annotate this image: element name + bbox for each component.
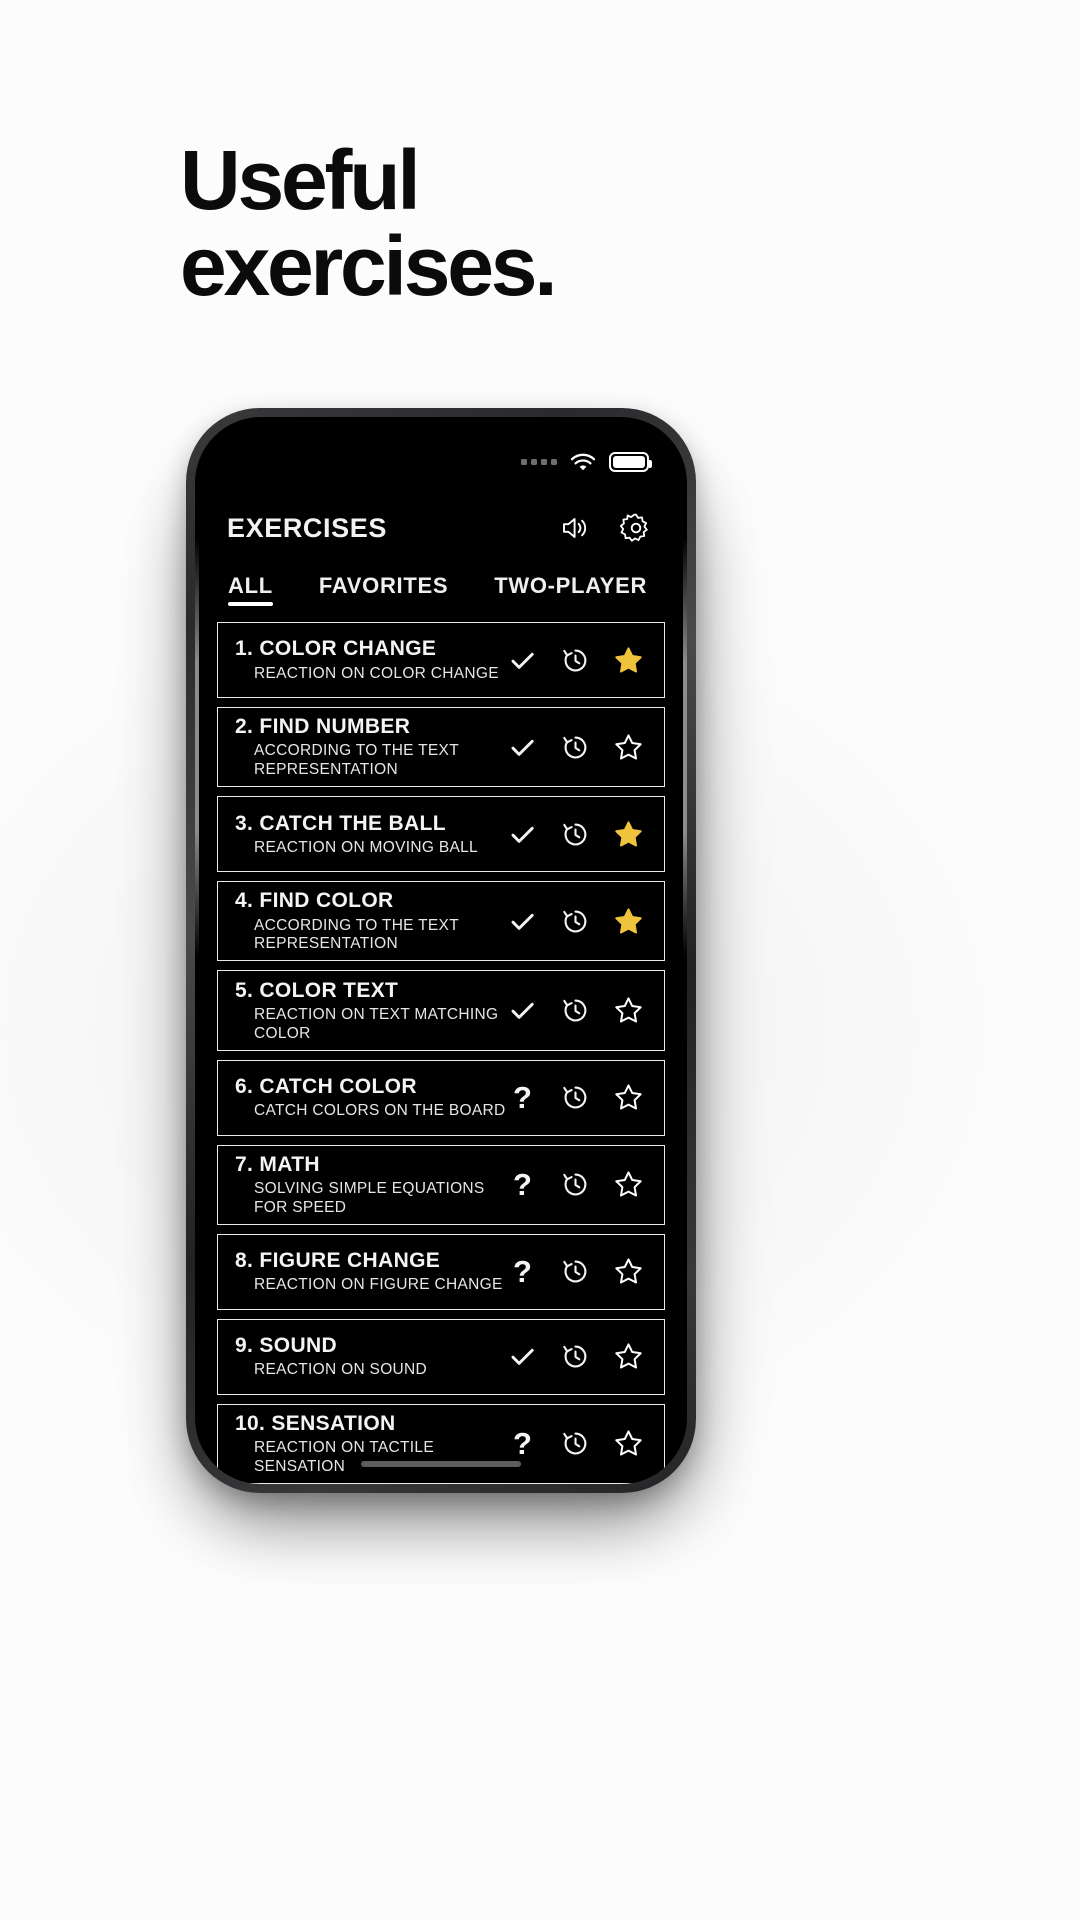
header-actions: [557, 511, 653, 545]
check-icon[interactable]: [507, 906, 538, 937]
question-mark-icon[interactable]: ?: [507, 1169, 538, 1200]
history-icon[interactable]: [560, 1341, 591, 1372]
phone-screen: EXERCISES ALL FAVORITES TWO-PLAYER 1. CO…: [195, 417, 687, 1484]
check-icon[interactable]: [507, 819, 538, 850]
exercise-row-text: 6. CATCH COLOR CATCH COLORS ON THE BOARD: [235, 1074, 507, 1121]
exercise-subtitle: REACTION ON FIGURE CHANGE: [254, 1276, 503, 1294]
sound-icon[interactable]: [557, 511, 591, 545]
star-outline-icon[interactable]: [613, 1428, 644, 1459]
exercise-row-text: 8. FIGURE CHANGE REACTION ON FIGURE CHANG…: [235, 1248, 507, 1295]
wifi-icon: [570, 453, 596, 472]
star-outline-icon[interactable]: [613, 1082, 644, 1113]
star-outline-icon[interactable]: [613, 1256, 644, 1287]
tab-favorites[interactable]: FAVORITES: [319, 573, 448, 606]
status-bar: [195, 441, 687, 483]
star-outline-icon[interactable]: [613, 732, 644, 763]
exercise-row-text: 5. COLOR TEXT REACTION ON TEXT MATCHING C…: [235, 978, 507, 1044]
exercise-row[interactable]: 10. SENSATION REACTION ON TACTILE SENSATI…: [217, 1403, 665, 1484]
exercise-row[interactable]: 4. FIND COLOR ACCORDING TO THE TEXT REPRE…: [217, 881, 665, 962]
star-filled-icon[interactable]: [613, 819, 644, 850]
exercise-row-actions: ?: [507, 1169, 652, 1200]
home-indicator-bar: [361, 1461, 521, 1467]
page-headline: Useful exercises.: [180, 133, 558, 313]
exercise-subtitle: ACCORDING TO THE TEXT REPRESENTATION: [254, 916, 459, 953]
app-header: EXERCISES: [195, 499, 687, 557]
exercise-title: 6. CATCH COLOR: [235, 1075, 417, 1099]
exercise-subtitle: REACTION ON SOUND: [254, 1361, 428, 1379]
exercise-row[interactable]: 7. MATH SOLVING SIMPLE EQUATIONS FOR SPEE…: [217, 1144, 665, 1225]
exercise-subtitle: REACTION ON TEXT MATCHING COLOR: [254, 1005, 499, 1042]
star-outline-icon[interactable]: [613, 995, 644, 1026]
exercise-row-actions: [507, 732, 652, 763]
exercise-title: 5. COLOR TEXT: [235, 978, 399, 1002]
history-icon[interactable]: [560, 819, 591, 850]
tab-all[interactable]: ALL: [228, 573, 273, 606]
history-icon[interactable]: [560, 732, 591, 763]
exercise-row-text: 3. CATCH THE BALL REACTION ON MOVING BALL: [235, 811, 507, 858]
exercise-subtitle: REACTION ON COLOR CHANGE: [254, 664, 499, 682]
question-mark-icon[interactable]: ?: [507, 1256, 538, 1287]
exercise-row-text: 10. SENSATION REACTION ON TACTILE SENSATI…: [235, 1411, 507, 1477]
history-icon[interactable]: [560, 906, 591, 937]
exercise-row-actions: [507, 1341, 652, 1372]
question-mark-icon[interactable]: ?: [507, 1428, 538, 1459]
tab-two-player[interactable]: TWO-PLAYER: [494, 573, 647, 606]
page-root: Useful exercises. EXERCISES ALL FAVORITE…: [0, 0, 1080, 1920]
exercise-title: 9. SOUND: [235, 1334, 337, 1358]
exercise-row[interactable]: 6. CATCH COLOR CATCH COLORS ON THE BOARD?: [217, 1059, 665, 1136]
history-icon[interactable]: [560, 645, 591, 676]
exercise-row[interactable]: 8. FIGURE CHANGE REACTION ON FIGURE CHANG…: [217, 1233, 665, 1310]
exercise-subtitle: REACTION ON MOVING BALL: [254, 838, 478, 856]
exercise-subtitle: ACCORDING TO THE TEXT REPRESENTATION: [254, 742, 459, 779]
history-icon[interactable]: [560, 1428, 591, 1459]
tab-bar: ALL FAVORITES TWO-PLAYER: [195, 565, 687, 613]
exercise-row-actions: [507, 645, 652, 676]
exercise-subtitle: REACTION ON TACTILE SENSATION: [254, 1439, 434, 1476]
history-icon[interactable]: [560, 1082, 591, 1113]
phone-device-frame: EXERCISES ALL FAVORITES TWO-PLAYER 1. CO…: [186, 408, 696, 1493]
exercise-row-actions: ?: [507, 1082, 652, 1113]
check-icon[interactable]: [507, 645, 538, 676]
history-icon[interactable]: [560, 1256, 591, 1287]
exercise-row-actions: [507, 906, 652, 937]
exercise-subtitle: CATCH COLORS ON THE BOARD: [254, 1102, 506, 1120]
exercise-row-text: 4. FIND COLOR ACCORDING TO THE TEXT REPRE…: [235, 888, 507, 954]
gear-icon[interactable]: [619, 511, 653, 545]
exercise-row[interactable]: 1. COLOR CHANGE REACTION ON COLOR CHANGE: [217, 622, 665, 698]
exercise-row[interactable]: 2. FIND NUMBER ACCORDING TO THE TEXT REPR…: [217, 707, 665, 788]
exercise-title: 10. SENSATION: [235, 1411, 396, 1435]
exercise-row-actions: ?: [507, 1256, 652, 1287]
exercise-row-actions: [507, 995, 652, 1026]
exercise-row-text: 1. COLOR CHANGE REACTION ON COLOR CHANGE: [235, 636, 507, 683]
battery-full-icon: [609, 452, 652, 472]
check-icon[interactable]: [507, 732, 538, 763]
exercise-title: 4. FIND COLOR: [235, 889, 394, 913]
star-filled-icon[interactable]: [613, 906, 644, 937]
exercise-row-actions: [507, 819, 652, 850]
exercise-title: 1. COLOR CHANGE: [235, 637, 437, 661]
history-icon[interactable]: [560, 995, 591, 1026]
exercise-row[interactable]: 9. SOUND REACTION ON SOUND: [217, 1318, 665, 1395]
exercise-row-text: 2. FIND NUMBER ACCORDING TO THE TEXT REPR…: [235, 714, 507, 780]
exercise-title: 7. MATH: [235, 1152, 320, 1176]
check-icon[interactable]: [507, 995, 538, 1026]
exercise-title: 3. CATCH THE BALL: [235, 811, 446, 835]
check-icon[interactable]: [507, 1341, 538, 1372]
exercise-title: 2. FIND NUMBER: [235, 715, 411, 739]
exercise-row[interactable]: 3. CATCH THE BALL REACTION ON MOVING BALL: [217, 796, 665, 873]
exercise-list[interactable]: 1. COLOR CHANGE REACTION ON COLOR CHANGE 2…: [195, 622, 687, 1484]
exercise-row-actions: ?: [507, 1428, 652, 1459]
exercise-title: 8. FIGURE CHANGE: [235, 1249, 441, 1273]
page-title: EXERCISES: [227, 512, 387, 543]
star-outline-icon[interactable]: [613, 1169, 644, 1200]
exercise-row[interactable]: 5. COLOR TEXT REACTION ON TEXT MATCHING C…: [217, 970, 665, 1051]
star-outline-icon[interactable]: [613, 1341, 644, 1372]
question-mark-icon[interactable]: ?: [507, 1082, 538, 1113]
exercise-row-text: 7. MATH SOLVING SIMPLE EQUATIONS FOR SPEE…: [235, 1152, 507, 1218]
star-filled-icon[interactable]: [613, 645, 644, 676]
signal-dots-icon: [521, 459, 557, 465]
history-icon[interactable]: [560, 1169, 591, 1200]
exercise-subtitle: SOLVING SIMPLE EQUATIONS FOR SPEED: [254, 1179, 485, 1216]
exercise-row-text: 9. SOUND REACTION ON SOUND: [235, 1333, 507, 1380]
